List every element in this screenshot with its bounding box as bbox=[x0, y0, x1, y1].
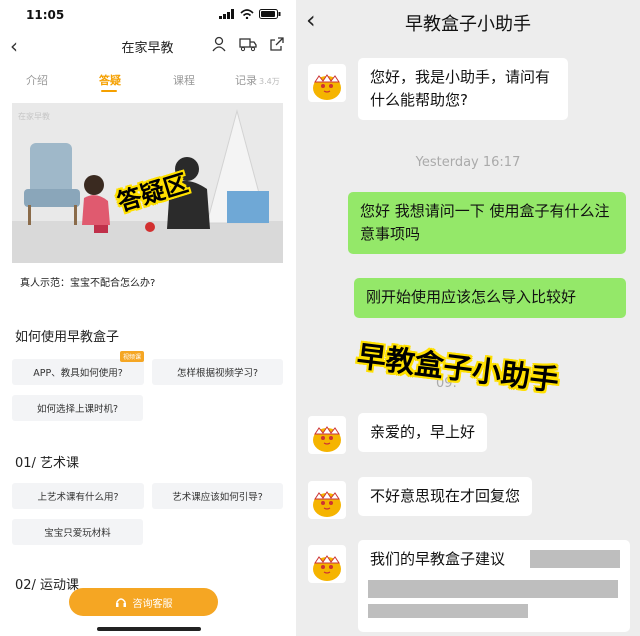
bot-avatar bbox=[308, 545, 346, 583]
chip-learn-by-video[interactable]: 怎样根据视频学习? bbox=[152, 359, 283, 385]
section-sports: 02/ 运动课 bbox=[15, 578, 80, 593]
chip-app-usage[interactable]: APP、教具如何使用? 视频课 bbox=[12, 351, 144, 385]
video-lesson-badge: 视频课 bbox=[119, 351, 144, 362]
left-phone-screen: 11:05 ‹ 在家早教 介绍 答疑 课程 记录 3.4万 在家早教 答疑区 真… bbox=[0, 0, 295, 636]
video-watermark: 在家早教 bbox=[18, 112, 50, 121]
chat-title: 早教盒子小助手 bbox=[405, 14, 531, 35]
chip-loves-materials[interactable]: 宝宝只爱玩材料 bbox=[12, 519, 143, 545]
nav-actions bbox=[211, 36, 285, 52]
section-art: 01/ 艺术课 bbox=[15, 456, 80, 471]
headset-icon bbox=[115, 598, 126, 607]
bot-message: 您好，我是小助手，请问有什么能帮助您? bbox=[358, 58, 568, 120]
right-chat-screen: ‹ 早教盒子小助手 您好，我是小助手，请问有什么能帮助您? Yesterday … bbox=[296, 0, 640, 636]
status-bar: 11:05 bbox=[0, 6, 295, 26]
chip-art-guidance[interactable]: 艺术课应该如何引导? bbox=[152, 483, 283, 509]
status-time: 11:05 bbox=[26, 8, 65, 22]
user-message: 刚开始使用应该怎么导入比较好 bbox=[354, 278, 626, 318]
video-caption: 真人示范：宝宝不配合怎么办? bbox=[20, 278, 156, 289]
section-how-to-use: 如何使用早教盒子 bbox=[15, 330, 120, 345]
share-icon[interactable] bbox=[269, 36, 285, 52]
delivery-truck-icon[interactable] bbox=[239, 36, 257, 52]
chat-header: ‹ 早教盒子小助手 bbox=[296, 0, 640, 44]
signal-icon bbox=[219, 9, 234, 19]
bot-message: 我们的早教盒子建议 bbox=[358, 540, 630, 632]
active-tab-indicator bbox=[101, 90, 117, 92]
bot-avatar bbox=[308, 64, 346, 102]
tab-courses[interactable]: 课程 bbox=[173, 72, 195, 88]
redacted-text bbox=[368, 604, 528, 618]
wifi-icon bbox=[240, 9, 254, 19]
timestamp: Yesterday 16:17 bbox=[415, 155, 521, 170]
qa-video[interactable]: 在家早教 答疑区 bbox=[12, 103, 283, 263]
battery-icon bbox=[259, 9, 281, 19]
bot-message: 亲爱的，早上好 bbox=[358, 413, 488, 452]
user-message: 您好 我想请问一下 使用盒子有什么注意事项吗 bbox=[348, 192, 626, 254]
home-indicator bbox=[97, 627, 201, 631]
bot-avatar bbox=[308, 416, 346, 454]
profile-icon[interactable] bbox=[211, 36, 227, 52]
bot-avatar bbox=[308, 481, 346, 519]
chip-art-purpose[interactable]: 上艺术课有什么用? bbox=[12, 483, 144, 509]
status-icons bbox=[219, 9, 281, 19]
records-count: 3.4万 bbox=[259, 77, 280, 86]
chip-choose-time[interactable]: 如何选择上课时机? bbox=[12, 395, 143, 421]
bot-message: 不好意思现在才回复您 bbox=[358, 477, 533, 516]
redacted-text bbox=[530, 550, 620, 568]
tab-bar: 介绍 答疑 课程 记录 3.4万 bbox=[0, 70, 295, 98]
tab-qa[interactable]: 答疑 bbox=[99, 72, 121, 88]
consult-service-button[interactable]: 咨询客服 bbox=[69, 588, 218, 616]
nav-bar: ‹ 在家早教 bbox=[0, 32, 295, 58]
tab-records[interactable]: 记录 3.4万 bbox=[235, 72, 280, 88]
redacted-text bbox=[368, 580, 618, 598]
tab-intro[interactable]: 介绍 bbox=[26, 72, 48, 88]
